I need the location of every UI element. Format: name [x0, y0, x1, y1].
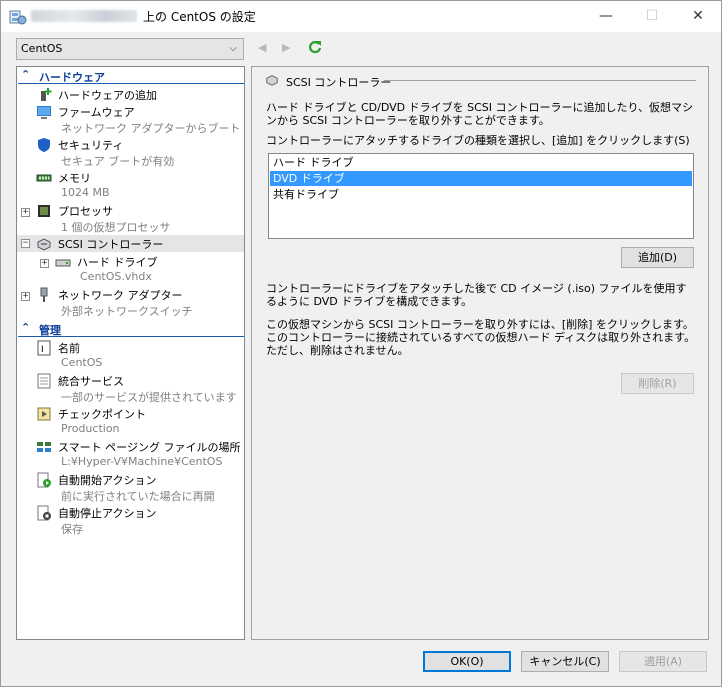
tree-item-processor[interactable]: + プロセッサ 1 個の仮想プロセッサ — [17, 202, 244, 235]
tree-item-checkpoints[interactable]: チェックポイント Production — [17, 405, 244, 438]
network-adapter-icon — [40, 287, 48, 302]
tree-item-network-adapter[interactable]: + ネットワーク アダプター 外部ネットワークスイッチ — [17, 286, 244, 319]
scsi-controller-panel: SCSI コントローラー ハード ドライブと CD/DVD ドライブを SCSI… — [251, 66, 709, 640]
expand-toggle-icon[interactable]: + — [21, 292, 30, 301]
expand-toggle-icon[interactable]: + — [40, 259, 49, 268]
tree-item-vm-name[interactable]: I 名前 CentOS — [17, 339, 244, 372]
maximize-button[interactable]: ☐ — [629, 1, 675, 32]
tree-item-detail: 1024 MB — [61, 186, 110, 199]
tree-item-detail: 前に実行されていた場合に再開 — [61, 490, 215, 503]
add-hardware-icon — [41, 88, 52, 101]
hyper-v-settings-icon — [9, 10, 27, 25]
panel-title: SCSI コントローラー — [286, 76, 392, 89]
chevron-down-icon: ⌵ — [229, 43, 237, 54]
shield-icon — [38, 138, 50, 152]
scsi-controller-icon — [266, 75, 278, 86]
tree-item-label: ハード ドライブ — [77, 256, 158, 269]
tree-item-label: メモリ — [58, 172, 91, 185]
forward-arrow-icon[interactable]: ▶ — [282, 41, 290, 54]
tree-item-label: SCSI コントローラー — [58, 238, 164, 251]
tree-item-security[interactable]: セキュリティ セキュア ブートが有効 — [17, 136, 244, 169]
remove-note-text: この仮想マシンから SCSI コントローラーを取り外すには、[削除] をクリック… — [266, 318, 696, 357]
intro-text: ハード ドライブと CD/DVD ドライブを SCSI コントローラーに追加した… — [266, 101, 694, 127]
ok-button[interactable]: OK(O) — [423, 651, 511, 672]
tree-item-label: ファームウェア — [58, 106, 135, 119]
tree-item-label: スマート ページング ファイルの場所 — [58, 441, 241, 454]
memory-icon — [36, 174, 52, 182]
tree-item-detail: 外部ネットワークスイッチ — [61, 305, 193, 318]
back-arrow-icon[interactable]: ◀ — [258, 41, 266, 54]
vm-selector-value: CentOS — [21, 42, 63, 55]
tree-item-hard-drive[interactable]: + ハード ドライブ CentOS.vhdx — [17, 253, 244, 286]
tree-item-detail: CentOS — [61, 356, 103, 369]
title-divider — [384, 80, 696, 81]
hard-drive-icon — [55, 259, 71, 267]
drive-type-listbox[interactable]: ハード ドライブ DVD ドライブ 共有ドライブ — [268, 153, 694, 239]
tree-item-detail: CentOS.vhdx — [80, 270, 152, 283]
attach-note-text: コントローラーにドライブをアタッチした後で CD イメージ (.iso) ファイ… — [266, 282, 687, 308]
tree-item-memory[interactable]: メモリ 1024 MB — [17, 169, 244, 202]
apply-button[interactable]: 適用(A) — [619, 651, 707, 672]
tree-item-auto-stop[interactable]: 自動停止アクション 保存 — [17, 504, 244, 537]
tree-item-detail: 1 個の仮想プロセッサ — [61, 221, 171, 234]
drive-type-shared-drive[interactable]: 共有ドライブ — [270, 187, 692, 202]
tree-item-scsi-controller[interactable]: − SCSI コントローラー — [17, 235, 244, 252]
tree-item-detail: ネットワーク アダプターからブート — [61, 122, 241, 135]
vm-selector-dropdown[interactable]: CentOS ⌵ — [16, 38, 244, 60]
management-section-header[interactable]: ⌃ 管理 — [18, 321, 244, 337]
select-prompt-label: コントローラーにアタッチするドライブの種類を選択し、[追加] をクリックします(… — [266, 134, 690, 147]
collapse-chevron-icon: ⌃ — [21, 68, 31, 81]
scsi-controller-icon — [37, 238, 51, 251]
tree-item-detail: 一部のサービスが提供されています — [61, 391, 237, 404]
settings-window: 上の CentOS の設定 — ☐ ✕ CentOS ⌵ ◀ ▶ ⌃ ハードウェ… — [0, 0, 722, 687]
tree-item-smart-paging[interactable]: スマート ページング ファイルの場所 L:¥Hyper-V¥Machine¥Ce… — [17, 438, 244, 471]
integration-services-icon — [37, 373, 51, 389]
tree-item-label: 名前 — [58, 342, 80, 355]
name-icon: I — [37, 340, 51, 356]
tree-item-label: チェックポイント — [58, 408, 146, 421]
drive-type-dvd-drive[interactable]: DVD ドライブ — [270, 171, 692, 186]
refresh-icon[interactable] — [308, 40, 322, 54]
svg-text:I: I — [41, 345, 44, 355]
redacted-host-name — [31, 10, 137, 22]
processor-icon — [38, 205, 50, 217]
checkpoint-icon — [37, 407, 51, 421]
minimize-button[interactable]: — — [583, 1, 629, 32]
add-button[interactable]: 追加(D) — [621, 247, 694, 268]
drive-type-hard-drive[interactable]: ハード ドライブ — [270, 155, 692, 170]
tree-item-firmware[interactable]: ファームウェア ネットワーク アダプターからブート — [17, 103, 244, 136]
hardware-section-header[interactable]: ⌃ ハードウェア — [18, 68, 244, 84]
tree-item-label: プロセッサ — [58, 205, 113, 218]
tree-item-label: セキュリティ — [58, 139, 124, 152]
tree-item-label: 自動開始アクション — [58, 474, 157, 487]
tree-item-detail: L:¥Hyper-V¥Machine¥CentOS — [61, 455, 223, 468]
tree-item-label: ハードウェアの追加 — [58, 89, 157, 102]
tree-item-integration-services[interactable]: 統合サービス 一部のサービスが提供されています — [17, 372, 244, 405]
expand-toggle-icon[interactable]: + — [21, 208, 30, 217]
remove-button[interactable]: 削除(R) — [621, 373, 694, 394]
window-title: 上の CentOS の設定 — [143, 10, 256, 24]
auto-stop-icon — [37, 505, 51, 521]
tree-item-label: ネットワーク アダプター — [58, 289, 183, 302]
auto-start-icon — [37, 472, 51, 488]
close-button[interactable]: ✕ — [675, 1, 721, 32]
cancel-button[interactable]: キャンセル(C) — [521, 651, 609, 672]
collapse-toggle-icon[interactable]: − — [21, 239, 30, 248]
smart-paging-icon — [37, 442, 51, 452]
settings-tree: ⌃ ハードウェア ハードウェアの追加 ファームウェア ネットワーク アダプターか… — [16, 66, 245, 640]
tree-item-detail: 保存 — [61, 523, 83, 536]
management-section-label: 管理 — [39, 324, 61, 337]
tree-item-detail: セキュア ブートが有効 — [61, 155, 175, 168]
tree-item-label: 自動停止アクション — [58, 507, 157, 520]
tree-item-detail: Production — [61, 422, 120, 435]
hardware-section-label: ハードウェア — [39, 71, 105, 84]
tree-item-auto-start[interactable]: 自動開始アクション 前に実行されていた場合に再開 — [17, 471, 244, 504]
firmware-icon — [37, 106, 51, 119]
collapse-chevron-icon: ⌃ — [21, 321, 31, 334]
title-bar: 上の CentOS の設定 — ☐ ✕ — [1, 1, 721, 32]
tree-item-label: 統合サービス — [58, 375, 124, 388]
